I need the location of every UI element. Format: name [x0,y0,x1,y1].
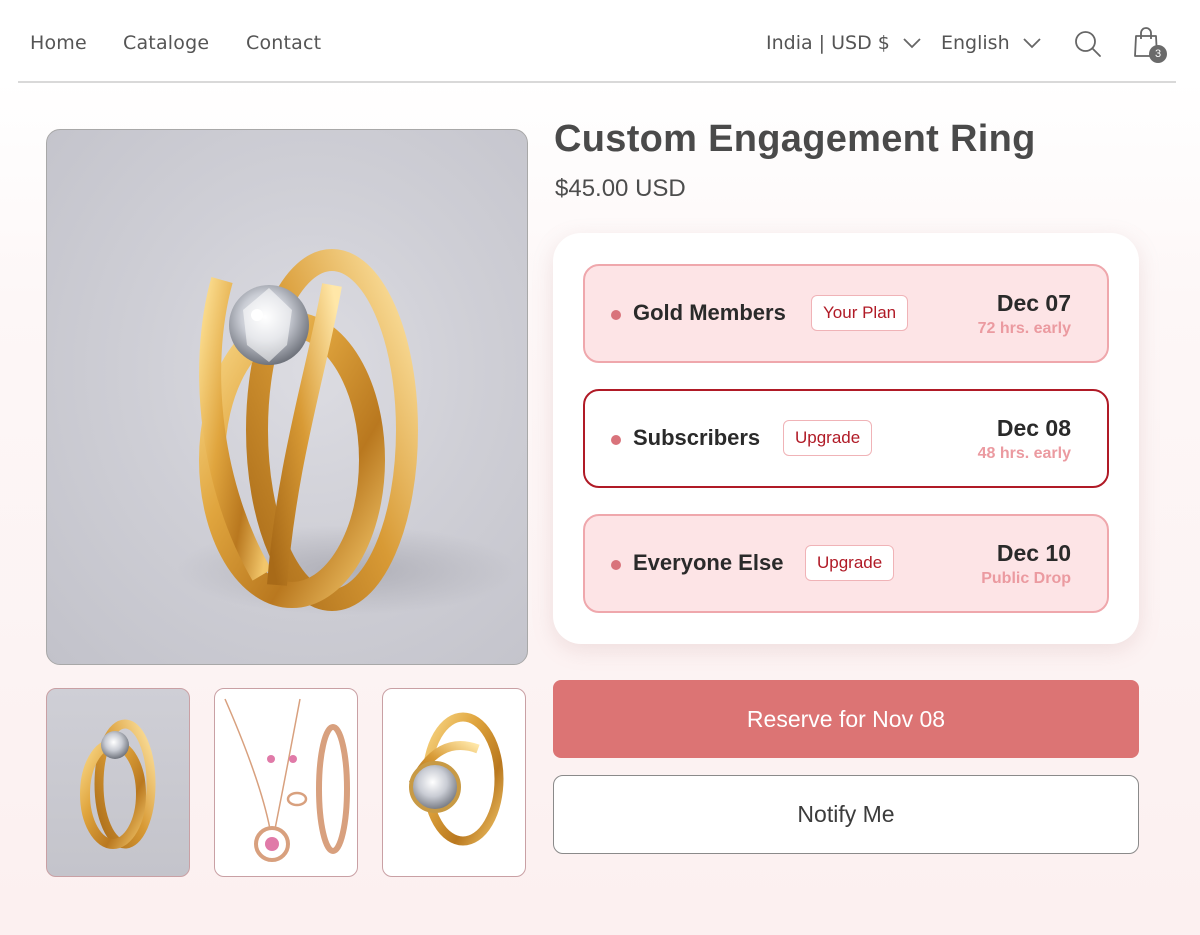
tier-name: Gold Members [633,300,786,325]
cart-button[interactable]: 3 [1132,26,1167,64]
language-selector[interactable]: English [941,32,1042,54]
chevron-down-icon [1022,38,1041,49]
country-currency-selector[interactable]: India | USD $ [766,32,922,54]
ring-image [177,249,517,615]
tier-date: Dec 10 [996,540,1071,566]
cart-count-badge: 3 [1149,45,1167,63]
upgrade-button[interactable]: Upgrade [783,420,873,456]
tier-option-subscribers[interactable]: Subscribers Upgrade Dec 08 48 hrs. early [583,389,1109,488]
twist-ring-thumbnail-image [408,712,504,846]
tier-option-gold-members[interactable]: Gold Members Your Plan Dec 07 72 hrs. ea… [583,264,1109,363]
tier-date: Dec 07 [996,290,1071,316]
thumbnail-1[interactable] [46,688,190,877]
product-main-image[interactable] [46,129,528,665]
nav-link-home[interactable]: Home [30,32,87,54]
upgrade-button[interactable]: Upgrade [805,545,895,581]
tier-name: Everyone Else [633,550,784,575]
search-icon[interactable] [1074,30,1102,58]
tier-option-everyone-else[interactable]: Everyone Else Upgrade Dec 10 Public Drop [583,514,1109,613]
bullet-dot [611,560,621,570]
tier-early-note: 72 hrs. early [977,320,1071,337]
nav-link-contact[interactable]: Contact [246,32,321,54]
release-tier-card: Gold Members Your Plan Dec 07 72 hrs. ea… [553,233,1139,644]
thumbnail-3[interactable] [382,688,526,877]
language-label: English [941,32,1010,54]
tier-early-note: Public Drop [981,570,1071,587]
reserve-button[interactable]: Reserve for Nov 08 [553,680,1139,758]
tier-date: Dec 08 [996,415,1071,441]
jewelry-set-thumbnail-image [224,698,350,862]
bullet-dot [611,435,621,445]
your-plan-badge: Your Plan [811,295,909,331]
thumbnail-2[interactable] [214,688,358,877]
chevron-down-icon [903,38,921,49]
tier-early-note: 48 hrs. early [977,445,1071,462]
notify-me-button[interactable]: Notify Me [553,775,1139,854]
top-navigation: Home Cataloge Contact India | USD $ Engl… [18,0,1176,83]
tier-name: Subscribers [633,425,761,450]
nav-link-cataloge[interactable]: Cataloge [123,32,209,54]
product-title: Custom Engagement Ring [554,118,1036,160]
country-currency-label: India | USD $ [766,32,890,54]
product-price: $45.00 USD [555,175,686,202]
bullet-dot [611,310,621,320]
ring-thumbnail-image [80,719,156,849]
